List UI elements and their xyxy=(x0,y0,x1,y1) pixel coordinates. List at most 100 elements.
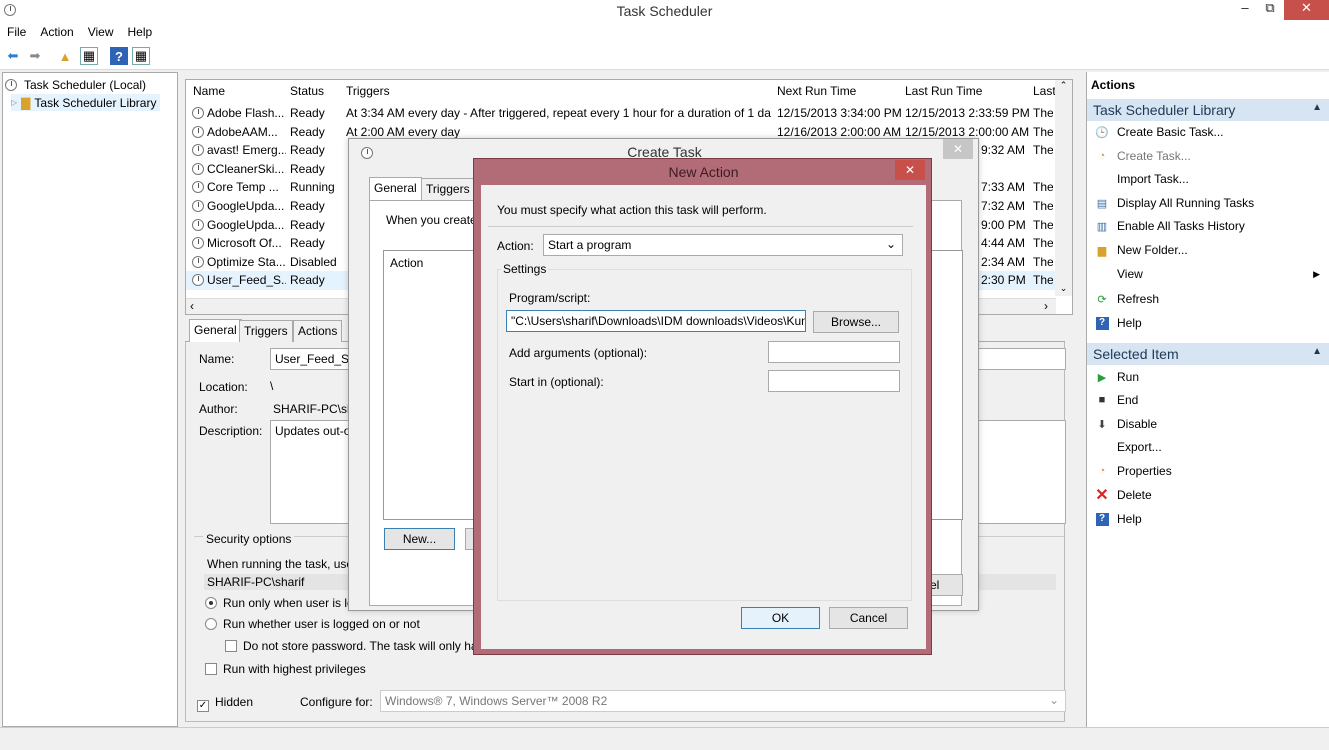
new-action-close-button[interactable]: ✕ xyxy=(895,160,925,180)
row-status: Ready xyxy=(290,236,325,251)
running-as-label: When running the task, use xyxy=(207,557,354,571)
tab-actions[interactable]: Actions xyxy=(293,320,343,342)
radio-on-icon xyxy=(205,597,217,609)
task-clock-icon xyxy=(192,144,204,157)
table-row[interactable]: Adobe Flash... Ready At 3:34 AM every day … xyxy=(186,104,1072,123)
divider xyxy=(488,226,913,227)
tree-root[interactable]: Task Scheduler (Local) xyxy=(5,76,146,93)
row-last: 4:44 AM xyxy=(981,236,1026,251)
action-new-folder[interactable]: ▆ New Folder... xyxy=(1087,239,1329,261)
action-label: Import Task... xyxy=(1117,172,1189,186)
checkmark-icon: ✓ xyxy=(197,700,209,712)
action-enable-history[interactable]: ▥ Enable All Tasks History xyxy=(1087,215,1329,237)
menu-action[interactable]: Action xyxy=(33,22,80,42)
action-help[interactable]: ? Help xyxy=(1087,312,1329,334)
program-script-input[interactable]: "C:\Users\sharif\Downloads\IDM downloads… xyxy=(506,310,806,332)
history-icon: ▥ xyxy=(1096,220,1108,233)
title-bar: Task Scheduler – ⧉ ✕ xyxy=(0,0,1329,22)
action-delete[interactable]: ✕ Delete xyxy=(1087,484,1329,506)
row-next: 12/16/2013 2:00:00 AM xyxy=(777,124,902,139)
action-label: Create Task... xyxy=(1117,149,1191,163)
ct-new-button[interactable]: New... xyxy=(384,528,455,550)
action-view[interactable]: View ▶ xyxy=(1087,263,1329,285)
row-status: Running xyxy=(290,180,335,195)
actions-title: Actions xyxy=(1091,78,1136,92)
row-status: Ready xyxy=(290,161,325,176)
action-create-basic-task[interactable]: 🕒 Create Basic Task... xyxy=(1087,121,1329,143)
action-properties[interactable]: ◔ Properties xyxy=(1087,460,1329,482)
expand-arrow-icon[interactable]: ▷ xyxy=(11,98,17,107)
configure-select[interactable]: Windows® 7, Windows Server™ 2008 R2 ⌄ xyxy=(380,690,1066,712)
name-label: Name: xyxy=(199,352,235,366)
maximize-button[interactable]: ⧉ xyxy=(1255,0,1285,20)
delete-x-icon: ✕ xyxy=(1095,487,1109,504)
action-help-selected[interactable]: ? Help xyxy=(1087,508,1329,530)
section2-label: Selected Item xyxy=(1093,346,1179,362)
check-highest-privileges[interactable]: Run with highest privileges xyxy=(205,662,366,676)
browse-button[interactable]: Browse... xyxy=(813,311,899,333)
action-import-task[interactable]: Import Task... xyxy=(1087,168,1329,190)
action-label: Help xyxy=(1117,316,1142,330)
action-display-running[interactable]: ▤ Display All Running Tasks xyxy=(1087,192,1329,214)
configure-value: Windows® 7, Windows Server™ 2008 R2 xyxy=(385,694,608,708)
action-run[interactable]: ▶ Run xyxy=(1087,366,1329,388)
section-library-header[interactable]: Task Scheduler Library ▲ xyxy=(1087,99,1329,121)
cancel-button[interactable]: Cancel xyxy=(829,607,908,629)
status-bar xyxy=(0,727,1329,750)
action-disable[interactable]: ⬇ Disable xyxy=(1087,413,1329,435)
ct-tab-triggers[interactable]: Triggers xyxy=(421,178,475,200)
tab-general[interactable]: General xyxy=(189,319,242,343)
folder-icon: ▇ xyxy=(21,95,31,110)
radio-run-whether[interactable]: Run whether user is logged on or not xyxy=(205,617,420,631)
action-create-task[interactable]: ◔ Create Task... xyxy=(1087,145,1329,167)
row-next: 12/15/2013 3:34:00 PM xyxy=(777,106,902,120)
col-status[interactable]: Status xyxy=(290,84,324,102)
col-last-run[interactable]: Last Run Time xyxy=(905,84,982,102)
row-result: The xyxy=(1033,273,1053,288)
chevron-down-icon: ⌄ xyxy=(1048,693,1059,707)
help-icon[interactable]: ? xyxy=(110,47,128,65)
stop-icon: ■ xyxy=(1098,394,1106,406)
tree-library[interactable]: ▷ ▇ Task Scheduler Library xyxy=(11,94,161,111)
col-last-result[interactable]: Last xyxy=(1033,84,1056,102)
tab-triggers[interactable]: Triggers xyxy=(239,320,293,342)
menu-help[interactable]: Help xyxy=(121,22,160,42)
menu-file[interactable]: File xyxy=(0,22,33,42)
table-vertical-scrollbar[interactable]: ⌃ ⌄ xyxy=(1055,80,1072,296)
navigation-tree: Task Scheduler (Local) ▷ ▇ Task Schedule… xyxy=(2,72,178,727)
ct-intro-text: When you create xyxy=(386,213,477,227)
action-refresh[interactable]: ⟳ Refresh xyxy=(1087,288,1329,310)
check-no-password[interactable]: Do not store password. The task will onl… xyxy=(225,639,478,653)
checkbox-icon xyxy=(205,663,217,675)
forward-arrow-icon[interactable]: ➡ xyxy=(26,47,44,65)
arguments-input[interactable] xyxy=(768,341,900,363)
ct-tab-general[interactable]: General xyxy=(369,177,422,201)
action-export[interactable]: Export... xyxy=(1087,436,1329,458)
create-task-close-button[interactable]: ✕ xyxy=(943,139,973,159)
show-hide-action-pane-icon[interactable]: ▦ xyxy=(132,47,150,65)
col-name[interactable]: Name xyxy=(193,84,225,102)
row-result: The xyxy=(1033,180,1053,195)
action-end[interactable]: ■ End xyxy=(1087,389,1329,411)
check-hidden[interactable]: ✓ Hidden xyxy=(197,695,253,712)
col-next-run[interactable]: Next Run Time xyxy=(777,84,856,102)
hidden-label: Hidden xyxy=(215,695,254,709)
row-status: Ready xyxy=(290,199,325,213)
ok-button[interactable]: OK xyxy=(741,607,820,629)
back-arrow-icon[interactable]: ⬅ xyxy=(4,47,22,65)
menu-bar: File Action View Help xyxy=(0,22,1329,43)
action-select[interactable]: Start a program ⌄ xyxy=(543,234,903,256)
start-in-input[interactable] xyxy=(768,370,900,392)
section-selected-header[interactable]: Selected Item ▲ xyxy=(1087,343,1329,365)
row-status: Ready xyxy=(290,124,325,139)
menu-view[interactable]: View xyxy=(81,22,121,42)
row-last: 12/15/2013 2:00:00 AM xyxy=(905,124,1030,139)
col-triggers[interactable]: Triggers xyxy=(346,84,390,102)
args-label: Add arguments (optional): xyxy=(509,346,648,360)
up-folder-icon[interactable]: ▲ xyxy=(56,47,74,65)
close-button[interactable]: ✕ xyxy=(1284,0,1329,20)
radio-run-logged-on[interactable]: Run only when user is lo xyxy=(205,596,354,610)
refresh-icon: ⟳ xyxy=(1097,293,1107,306)
show-hide-tree-icon[interactable]: ▦ xyxy=(80,47,98,65)
instruction-text: You must specify what action this task w… xyxy=(497,203,767,217)
